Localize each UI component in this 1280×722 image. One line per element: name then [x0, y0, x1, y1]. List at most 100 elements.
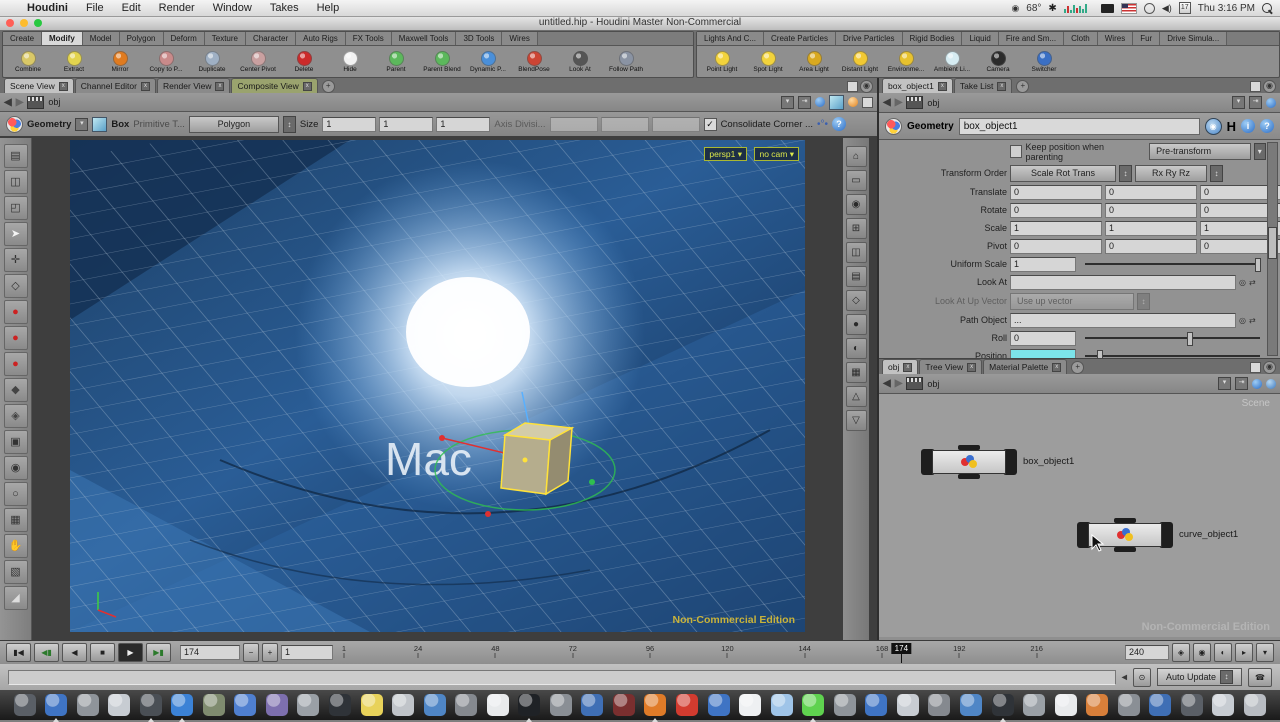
timeline-ruler[interactable]: 124487296120144168192216174 — [344, 643, 1114, 663]
step-mode-button[interactable]: ▸ — [1235, 643, 1253, 662]
shelf-tool[interactable]: Ambient Li... — [929, 50, 975, 73]
shelf-tab[interactable]: FX Tools — [346, 32, 392, 45]
current-frame-marker[interactable]: 174 — [892, 643, 911, 654]
context-dropdown-icon[interactable]: ▾ — [75, 118, 88, 131]
params-link-icon[interactable] — [1266, 98, 1276, 108]
params-scrollbar[interactable] — [1267, 142, 1278, 356]
shelf-tool[interactable]: Look At — [557, 50, 603, 73]
zoom-window-button[interactable] — [34, 19, 42, 27]
shelf-tab[interactable]: 3D Tools — [456, 32, 502, 45]
viewport-tool-icon[interactable]: ● — [4, 326, 28, 350]
path-object-chooser-icon[interactable]: ◎ — [1239, 316, 1246, 325]
param-value-field[interactable]: 0 — [1010, 185, 1102, 200]
viewport-tool-icon[interactable]: ▧ — [4, 560, 28, 584]
shelf-tool[interactable]: Center Pivot — [235, 50, 281, 73]
view-control-icon[interactable]: ▤ — [846, 266, 867, 287]
close-tab-icon[interactable]: x — [938, 82, 947, 91]
shelf-tool[interactable]: Parent Blend — [419, 50, 465, 73]
volume-icon[interactable]: ◀) — [1162, 3, 1172, 14]
node-help-icon[interactable]: ? — [1260, 119, 1274, 133]
shelf-tab[interactable]: Modify — [42, 32, 83, 45]
uniform-scale-field[interactable]: 1 — [1010, 257, 1076, 272]
viewport-tool-icon[interactable]: ◉ — [4, 456, 28, 480]
viewport-tool-icon[interactable]: ◫ — [4, 170, 28, 194]
display-options-icon[interactable] — [862, 97, 873, 108]
menubar-clock[interactable]: Thu 3:16 PM — [1198, 3, 1255, 14]
uniform-scale-slider[interactable] — [1085, 263, 1260, 265]
path-object-jump-icon[interactable]: ⇄ — [1249, 316, 1256, 325]
dock-app-icon[interactable] — [834, 694, 856, 716]
look-at-jump-icon[interactable]: ⇄ — [1249, 278, 1256, 287]
shelf-tool[interactable]: Follow Path — [603, 50, 649, 73]
shelf-tab[interactable]: Character — [246, 32, 296, 45]
viewport-tool-icon[interactable]: ▤ — [4, 144, 28, 168]
pane-tab[interactable]: Tree Viewx — [919, 359, 982, 374]
menu-item-window[interactable]: Window — [204, 0, 261, 16]
view-control-icon[interactable]: ◫ — [846, 242, 867, 263]
viewport-tool-icon[interactable]: ▦ — [4, 508, 28, 532]
nav-forward-icon[interactable]: ▶ — [16, 97, 24, 108]
viewport-tool-icon[interactable]: ◈ — [4, 404, 28, 428]
pane-maximize-icon[interactable] — [847, 81, 858, 92]
viewport-tool-icon[interactable]: ◇ — [4, 274, 28, 298]
param-value-field[interactable]: 0 — [1010, 239, 1102, 254]
transform-order-dropdown[interactable]: Scale Rot Trans — [1010, 165, 1116, 182]
dock-app-icon[interactable] — [1023, 694, 1045, 716]
shelf-tool[interactable]: Combine — [5, 50, 51, 73]
size-field[interactable]: 1 — [436, 117, 490, 132]
displays-menu-icon[interactable] — [1101, 4, 1114, 13]
network-context-icon[interactable] — [906, 377, 923, 390]
shelf-tool[interactable]: Parent — [373, 50, 419, 73]
loop-mode-button[interactable]: ◉ — [1193, 643, 1211, 662]
pane-tab[interactable]: Composite Viewx — [231, 78, 317, 93]
dock-app-icon[interactable] — [739, 694, 761, 716]
battery-icon[interactable] — [1144, 3, 1155, 14]
snap-cube-icon[interactable] — [829, 95, 844, 110]
viewport-tool-icon[interactable]: ◆ — [4, 378, 28, 402]
param-value-field[interactable]: 1 — [1010, 221, 1102, 236]
menu-item-takes[interactable]: Takes — [261, 0, 308, 16]
minimize-window-button[interactable] — [20, 19, 28, 27]
network-zoom-icon[interactable] — [1266, 379, 1276, 389]
menu-item-file[interactable]: File — [77, 0, 113, 16]
end-frame-field[interactable]: 240 — [1125, 645, 1169, 660]
shelf-tool[interactable]: Hide — [327, 50, 373, 73]
close-tab-icon[interactable]: x — [215, 82, 224, 91]
shelf-tab[interactable]: Lights And C... — [697, 32, 764, 45]
close-tab-icon[interactable]: x — [903, 363, 912, 372]
shelf-tool[interactable]: Spot Light — [745, 50, 791, 73]
dock-app-icon[interactable] — [203, 694, 225, 716]
right-pane-path[interactable]: obj — [927, 98, 939, 108]
prev-keyframe-button[interactable]: ◀▮ — [34, 643, 59, 662]
close-tab-icon[interactable]: x — [997, 82, 1006, 91]
dock-app-icon[interactable] — [865, 694, 887, 716]
auto-update-stepper[interactable]: ↕ — [1220, 670, 1233, 684]
consolidate-checkbox[interactable]: ✓ — [704, 118, 717, 131]
viewport-tool-icon[interactable]: ✛ — [4, 248, 28, 272]
shelf-tab[interactable]: Deform — [164, 32, 205, 45]
dock-app-icon[interactable] — [14, 694, 36, 716]
pane-tab[interactable]: Scene Viewx — [4, 78, 74, 93]
view-control-icon[interactable]: ▭ — [846, 170, 867, 191]
node-output-connector[interactable] — [1114, 547, 1136, 552]
network-node[interactable]: box_object1 — [921, 449, 1017, 475]
weather-icon[interactable]: ✱ — [1048, 3, 1056, 14]
path-object-field[interactable]: ... — [1010, 313, 1236, 328]
view-control-icon[interactable]: ▦ — [846, 362, 867, 383]
start-frame-field[interactable]: 1 — [281, 645, 333, 660]
auto-update-dropdown[interactable]: Auto Update↕ — [1157, 668, 1242, 686]
view-control-icon[interactable]: ◉ — [846, 194, 867, 215]
viewport-tool-icon[interactable]: ● — [4, 300, 28, 324]
dock-app-icon[interactable] — [518, 694, 540, 716]
close-tab-icon[interactable]: x — [141, 82, 150, 91]
view-control-icon[interactable]: ⌂ — [846, 146, 867, 167]
dock-app-icon[interactable] — [392, 694, 414, 716]
dock-app-icon[interactable] — [960, 694, 982, 716]
viewport-tool-icon[interactable]: ◰ — [4, 196, 28, 220]
playbar-options-button[interactable]: ◈ — [1172, 643, 1190, 662]
close-tab-icon[interactable]: x — [59, 82, 68, 91]
window-titlebar[interactable]: untitled.hip - Houdini Master Non-Commer… — [0, 16, 1280, 31]
size-field[interactable]: 1 — [379, 117, 433, 132]
param-value-field[interactable]: 0 — [1010, 203, 1102, 218]
rotate-order-stepper[interactable]: ↕ — [1210, 165, 1223, 182]
